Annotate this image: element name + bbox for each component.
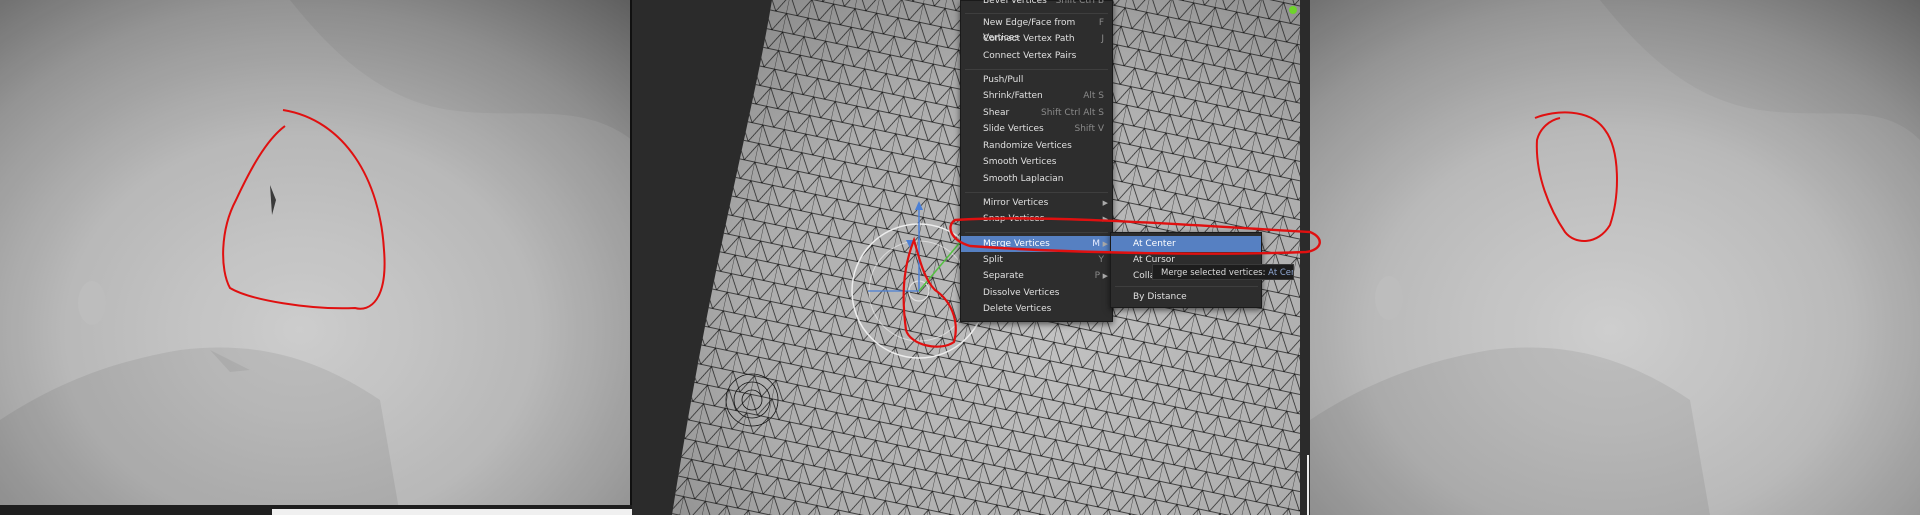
submenu-arrow-icon: ▶: [1102, 215, 1108, 223]
axis-indicator-icon: [1289, 6, 1297, 14]
menu-item-bevel-vertices[interactable]: Bevel Vertices Shift Ctrl B: [961, 0, 1112, 9]
menu-item-snap-vertices[interactable]: Snap Vertices ▶: [961, 212, 1112, 227]
menu-item-smooth-laplacian[interactable]: Smooth Laplacian: [961, 172, 1112, 187]
menu-item-mirror-vertices[interactable]: Mirror Vertices ▶: [961, 196, 1112, 211]
nipple-shape: [1375, 276, 1403, 320]
menu-item-randomize-vertices[interactable]: Randomize Vertices: [961, 139, 1112, 154]
menu-item-merge-vertices[interactable]: Merge Vertices M ▶: [961, 236, 1112, 252]
submenu-item-at-center[interactable]: At Center: [1111, 236, 1261, 252]
submenu-arrow-icon: ▶: [1102, 199, 1108, 207]
submenu-arrow-icon: ▶: [1102, 240, 1108, 248]
menu-item-shrink-fatten[interactable]: Shrink/Fatten Alt S: [961, 89, 1112, 104]
smooth-mesh-render-fixed: [1310, 0, 1920, 515]
menu-item-push-pull[interactable]: Push/Pull: [961, 73, 1112, 88]
menu-item-shear[interactable]: Shear Shift Ctrl Alt S: [961, 106, 1112, 121]
nipple-shape: [78, 281, 106, 325]
menu-item-smooth-vertices[interactable]: Smooth Vertices: [961, 155, 1112, 170]
vertex-context-menu: Bevel Vertices Shift Ctrl B New Edge/Face…: [960, 0, 1113, 322]
merge-tooltip: Merge selected vertices: At Center: [1152, 264, 1294, 280]
smooth-mesh-render: [0, 0, 632, 515]
menu-item-slide-vertices[interactable]: Slide Vertices Shift V: [961, 122, 1112, 137]
submenu-item-by-distance[interactable]: By Distance: [1111, 290, 1261, 305]
menu-item-separate[interactable]: Separate P ▶: [961, 269, 1112, 284]
menu-item-connect-vertex-pairs[interactable]: Connect Vertex Pairs: [961, 49, 1112, 64]
menu-item-connect-vertex-path[interactable]: Connect Vertex Path J: [961, 32, 1112, 47]
menu-item-new-edge-face[interactable]: New Edge/Face from Vertices F: [961, 16, 1112, 43]
tooltip-value: At Center: [1268, 268, 1293, 278]
menu-item-split[interactable]: Split Y: [961, 253, 1112, 268]
viewport-right-smooth-mesh[interactable]: [1310, 0, 1920, 515]
submenu-arrow-icon: ▶: [1102, 272, 1108, 280]
status-bar-segment: [272, 509, 632, 515]
viewport-left-smooth-mesh[interactable]: [0, 0, 632, 515]
menu-item-delete-vertices[interactable]: Delete Vertices: [961, 302, 1112, 317]
menu-item-dissolve-vertices[interactable]: Dissolve Vertices: [961, 286, 1112, 301]
tooltip-text: Merge selected vertices:: [1161, 268, 1266, 278]
